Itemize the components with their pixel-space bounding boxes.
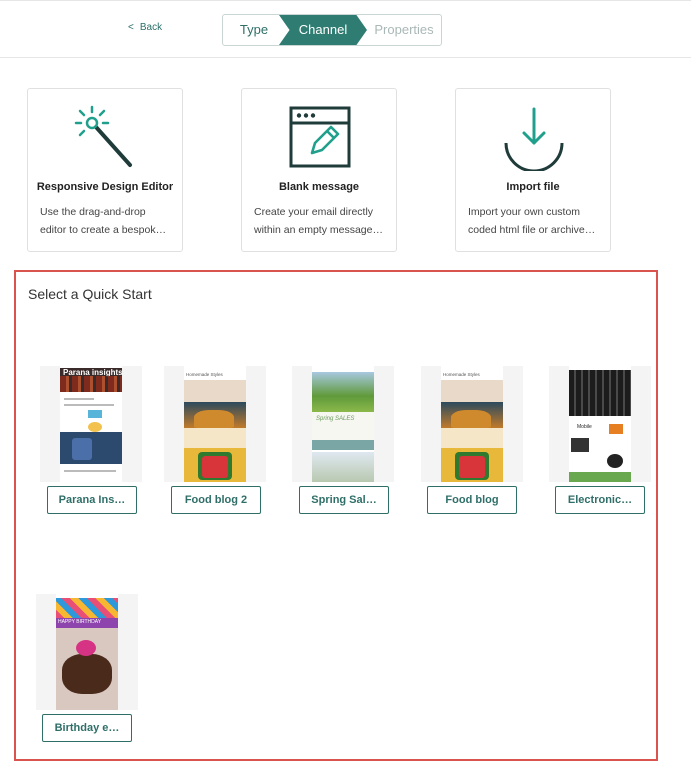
template-button-food-blog-2[interactable]: Food blog 2 xyxy=(171,486,261,514)
card-desc-line: coded html file or archive… xyxy=(468,224,596,236)
card-blank-message[interactable]: Blank message Create your email directly… xyxy=(241,88,397,252)
thumb-header-text: HAPPY BIRTHDAY xyxy=(58,619,102,625)
thumb-header-text: Spring SALES xyxy=(316,416,355,422)
pencil-window-icon xyxy=(289,106,351,168)
quickstart-panel: Select a Quick Start Parana insights Par… xyxy=(14,270,658,761)
magic-wand-icon xyxy=(74,105,132,167)
template-thumbnail-parana[interactable]: Parana insights xyxy=(40,366,142,482)
card-desc-line: within an empty message… xyxy=(254,224,383,236)
back-link[interactable]: < Back xyxy=(128,22,162,33)
card-description: Create your email directly within an emp… xyxy=(254,203,386,239)
thumb-header-text: Homemade Styles xyxy=(186,372,223,377)
card-description: Import your own custom coded html file o… xyxy=(468,203,600,239)
back-label: Back xyxy=(139,22,163,33)
step-type[interactable]: Type xyxy=(223,15,285,45)
step-channel[interactable]: Channel xyxy=(279,15,367,45)
template-button-electronics[interactable]: Electronic… xyxy=(555,486,645,514)
card-desc-line: Create your email directly xyxy=(254,206,374,218)
quickstart-title: Select a Quick Start xyxy=(28,286,152,302)
template-thumbnail-food-blog[interactable]: Homemade Styles xyxy=(421,366,523,482)
template-button-birthday[interactable]: Birthday e… xyxy=(42,714,132,742)
chevron-left-icon: < xyxy=(128,22,134,33)
card-description: Use the drag-and-drop editor to create a… xyxy=(40,203,172,239)
card-responsive-design-editor[interactable]: Responsive Design Editor Use the drag-an… xyxy=(27,88,183,252)
template-thumbnail-electronics[interactable]: Mobile xyxy=(549,366,651,482)
template-thumbnail-food-blog-2[interactable]: Homemade Styles xyxy=(164,366,266,482)
thumb-header-text: Mobile xyxy=(577,424,592,430)
template-thumbnail-spring-sales[interactable]: Spring SALES xyxy=(292,366,394,482)
template-button-parana[interactable]: Parana Ins… xyxy=(47,486,137,514)
card-title: Blank message xyxy=(278,181,360,193)
card-desc-line: Import your own custom xyxy=(468,206,581,218)
top-bar: < Back Type Channel Properties xyxy=(0,0,691,58)
template-button-spring-sales[interactable]: Spring Sal… xyxy=(299,486,389,514)
template-button-food-blog[interactable]: Food blog xyxy=(427,486,517,514)
thumb-header-text: Homemade Styles xyxy=(443,372,480,377)
wizard-stepper: Type Channel Properties xyxy=(222,14,442,46)
download-icon xyxy=(504,107,564,171)
step-properties[interactable]: Properties xyxy=(365,15,441,45)
card-import-file[interactable]: Import file Import your own custom coded… xyxy=(455,88,611,252)
card-title: Responsive Design Editor xyxy=(36,181,174,193)
card-title: Import file xyxy=(506,181,560,193)
card-desc-line: editor to create a bespok… xyxy=(40,224,167,236)
card-desc-line: Use the drag-and-drop xyxy=(40,206,146,218)
template-thumbnail-birthday[interactable]: HAPPY BIRTHDAY xyxy=(36,594,138,710)
